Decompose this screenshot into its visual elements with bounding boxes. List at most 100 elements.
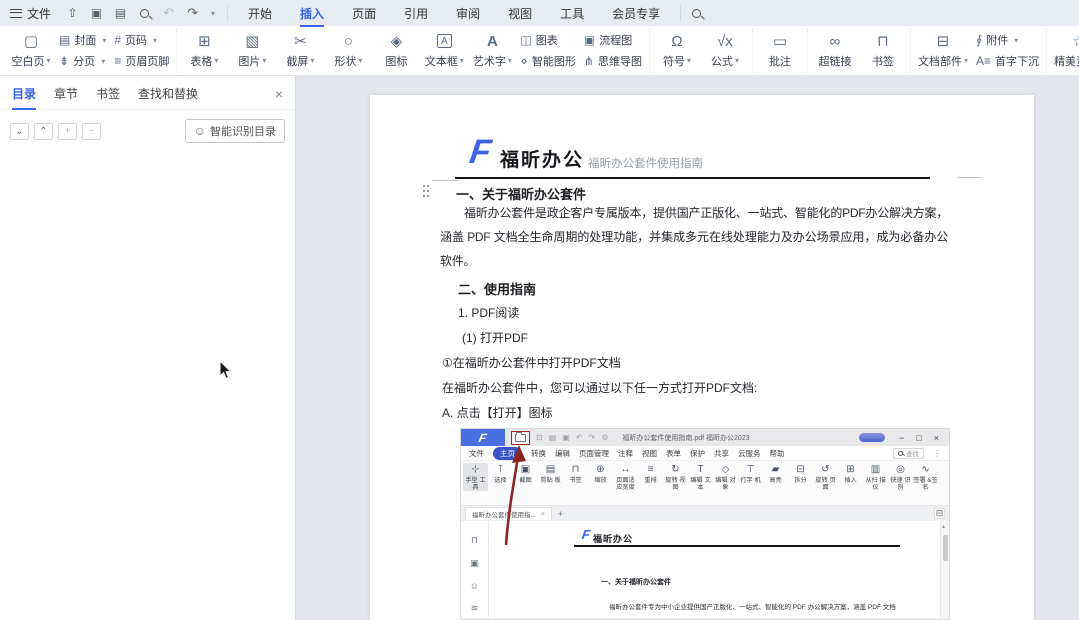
embed-tool-icon: ⊟ bbox=[796, 463, 804, 476]
export-icon[interactable] bbox=[65, 6, 80, 21]
page-break-button[interactable]: ⇟分页▾ bbox=[59, 53, 106, 69]
embed-menu-tab: 表单 bbox=[666, 448, 681, 459]
blank-page-button[interactable]: ▢ 空白页▾ bbox=[11, 33, 51, 69]
paragraph-drag-handle-icon[interactable] bbox=[423, 185, 431, 198]
panel-close-icon[interactable]: × bbox=[275, 86, 283, 102]
embed-doc-body: 福昕办公套件专为中小企业提供国产正版化、一站式、智能化的 PDF 办公解决方案，… bbox=[609, 601, 896, 611]
embed-toolbar-item: ⊞ 插入 bbox=[838, 463, 863, 484]
redo-icon[interactable] bbox=[185, 6, 200, 21]
embed-tool-icon: ▥ bbox=[871, 463, 880, 476]
wordart-button[interactable]: A 艺术字▾ bbox=[472, 33, 512, 69]
tab-insert[interactable]: 插入 bbox=[288, 1, 336, 26]
comment-icon: ▭ bbox=[773, 33, 787, 50]
screenshot-button[interactable]: ✂ 截屏▾ bbox=[280, 33, 320, 69]
embed-window-title: 福昕办公套件使用指南.pdf 福昕办公2023 bbox=[622, 433, 749, 443]
attachment-button[interactable]: ∮附件▾ bbox=[976, 32, 1039, 48]
zoom-in-button[interactable]: + bbox=[58, 123, 77, 140]
comment-button[interactable]: ▭ 批注 bbox=[760, 33, 800, 69]
undo-icon[interactable] bbox=[161, 6, 176, 21]
file-menu-button[interactable]: 文件 bbox=[10, 5, 51, 22]
tab-view[interactable]: 视图 bbox=[496, 1, 544, 26]
embed-tool-icon: ⊞ bbox=[846, 463, 854, 476]
ribbon-group-symbols: Ω 符号▾ √x 公式▾ bbox=[650, 28, 753, 73]
embed-quick-icon: ↶ bbox=[576, 433, 583, 442]
tab-start[interactable]: 开始 bbox=[236, 1, 284, 26]
tab-tools[interactable]: 工具 bbox=[548, 1, 596, 26]
header-footer-button[interactable]: ≡页眉页脚 bbox=[114, 53, 169, 69]
smart-shape-button[interactable]: ⋄智能图形 bbox=[520, 53, 576, 69]
embed-sidebar-icon: ≋ bbox=[471, 603, 479, 614]
resources-button[interactable]: ☆ 精美资源▾ bbox=[1054, 33, 1079, 69]
divider bbox=[227, 5, 228, 21]
caret-icon: ▾ bbox=[214, 56, 218, 65]
embed-doc-logo-title: 福昕办公 bbox=[593, 532, 633, 545]
quick-access-toolbar: ▾ bbox=[65, 6, 215, 21]
sub-pdf-reading: 1. PDF阅读 bbox=[458, 304, 519, 321]
bookmark-button[interactable]: ⊓ 书签 bbox=[863, 33, 903, 69]
tab-review[interactable]: 审阅 bbox=[444, 1, 492, 26]
expand-all-button[interactable]: ⌄ bbox=[10, 123, 29, 140]
doc-part-button[interactable]: ⊟ 文档部件▾ bbox=[918, 33, 968, 69]
tab-page[interactable]: 页面 bbox=[340, 1, 388, 26]
hyperlink-button[interactable]: ∞ 超链接 bbox=[815, 33, 855, 69]
embed-search-icon bbox=[898, 451, 903, 456]
panel-tab-bookmarks[interactable]: 书签 bbox=[96, 85, 120, 102]
textbox-button[interactable]: A 文本框▾ bbox=[424, 33, 464, 69]
shape-icon: ○ bbox=[344, 33, 353, 50]
paragraph-about: 福昕办公套件是政企客户专属版本，提供国产正版化、一站式、智能化的PDF办公解决方… bbox=[440, 201, 948, 273]
embed-folder-icon bbox=[515, 434, 526, 442]
mindmap-button[interactable]: ⋔思维导图 bbox=[584, 53, 642, 69]
smart-toc-button[interactable]: ☺ 智能识别目录 bbox=[185, 119, 285, 143]
panel-tabs: 目录 章节 书签 查找和替换 × bbox=[0, 76, 295, 110]
save-icon[interactable] bbox=[89, 6, 104, 21]
chart-icon: ◫ bbox=[520, 34, 531, 47]
formula-button[interactable]: √x 公式▾ bbox=[705, 33, 745, 69]
embed-toolbar-item: ↺ 旋转 页面 bbox=[813, 463, 838, 491]
chart-button[interactable]: ◫图表 bbox=[520, 32, 576, 48]
embed-sidebar-icon: ▣ bbox=[470, 558, 479, 569]
flowchart-button[interactable]: ▣流程图 bbox=[584, 32, 642, 48]
embed-tool-icon: ↺ bbox=[821, 463, 829, 476]
embed-sidebar-icon: ☺ bbox=[470, 581, 479, 591]
embed-tool-icon: ≡ bbox=[648, 463, 654, 476]
tab-reference[interactable]: 引用 bbox=[392, 1, 440, 26]
panel-tab-find-replace[interactable]: 查找和替换 bbox=[138, 85, 198, 102]
quick-access-chevron-icon[interactable]: ▾ bbox=[211, 9, 215, 18]
embed-toolbar-item: ▣ 截图 bbox=[513, 463, 538, 484]
tab-member[interactable]: 会员专享 bbox=[600, 1, 672, 26]
search-icon[interactable] bbox=[689, 6, 704, 21]
header-rule bbox=[455, 177, 930, 179]
embed-search-box: 查找 bbox=[893, 448, 924, 459]
embed-minimize-icon: − bbox=[899, 433, 904, 443]
header-rule-left-mark bbox=[432, 180, 458, 181]
embed-quick-icon: ⚙ bbox=[601, 433, 608, 442]
embed-toolbar-item: ▤ 剪贴 板 bbox=[538, 463, 563, 484]
drop-cap-button[interactable]: A≡首字下沉 bbox=[976, 53, 1039, 69]
embed-new-tab-icon: + bbox=[558, 509, 563, 519]
embed-menu-tab: 编辑 bbox=[555, 448, 570, 459]
resources-icon: ☆ bbox=[1072, 33, 1079, 50]
ribbon-group-resources: ☆ 精美资源▾ bbox=[1047, 28, 1079, 73]
collapse-all-button[interactable]: ⌃ bbox=[34, 123, 53, 140]
embed-tabbar: 福昕办公套件使用指... × + ⊟ bbox=[461, 506, 949, 521]
panel-tab-chapters[interactable]: 章节 bbox=[54, 85, 78, 102]
embed-toolbar: ⊹ 手型 工具 ⊺ 选择 ▣ 截图 ▤ 剪贴 板 ⊓ 书签 bbox=[461, 461, 949, 506]
embed-tool-icon: ◎ bbox=[896, 463, 905, 476]
embed-maximize-icon: □ bbox=[916, 433, 921, 443]
page-number-button[interactable]: #页码▾ bbox=[114, 32, 169, 48]
embed-menu-tab: 文件 bbox=[469, 448, 484, 459]
cover-button[interactable]: ▤封面▾ bbox=[59, 32, 106, 48]
table-button[interactable]: ⊞ 表格▾ bbox=[184, 33, 224, 69]
panel-tab-toc[interactable]: 目录 bbox=[12, 85, 36, 102]
zoom-out-button[interactable]: − bbox=[82, 123, 101, 140]
document-page[interactable]: F 福昕办公 福昕办公套件使用指南 一、关于福昕办公套件 福昕办公套件是政企客户… bbox=[370, 95, 1034, 620]
logo-subtitle: 福昕办公套件使用指南 bbox=[588, 155, 703, 171]
sub-ways-to-open: 在福昕办公套件中，您可以通过以下任一方式打开PDF文档: bbox=[442, 379, 757, 396]
shape-button[interactable]: ○ 形状▾ bbox=[328, 33, 368, 69]
print-preview-icon[interactable] bbox=[137, 6, 152, 21]
textbox-icon: A bbox=[437, 33, 452, 50]
icon-button[interactable]: ◈ 图标 bbox=[376, 33, 416, 69]
picture-button[interactable]: ▧ 图片▾ bbox=[232, 33, 272, 69]
symbol-button[interactable]: Ω 符号▾ bbox=[657, 33, 697, 69]
print-icon[interactable] bbox=[113, 6, 128, 21]
